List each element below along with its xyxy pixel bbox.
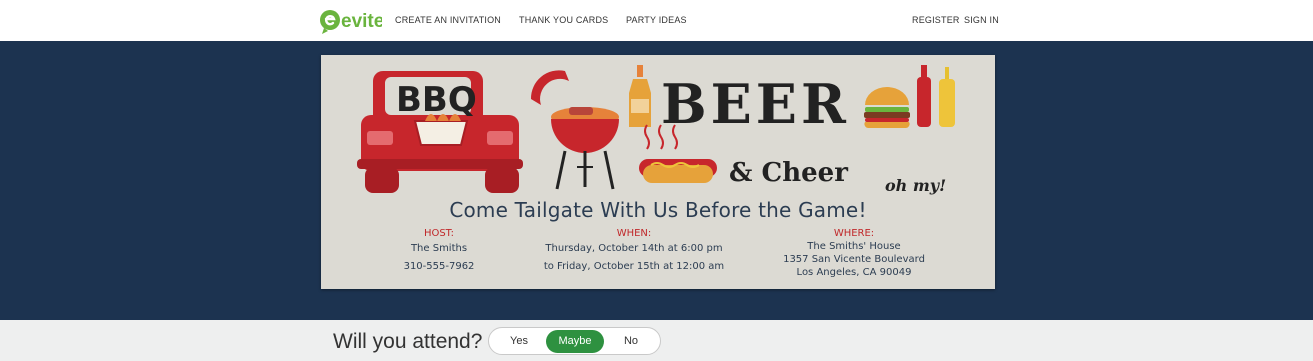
where-street: 1357 San Vicente Boulevard	[783, 254, 925, 265]
host-name: The Smiths	[410, 243, 468, 254]
invitation-artwork: BBQ BEER & Cheer oh my!	[357, 65, 955, 195]
nav-party-ideas[interactable]: PARTY IDEAS	[626, 15, 687, 25]
cheer-art-text: & Cheer	[729, 158, 848, 188]
when-details: WHEN: Thursday, October 14th at 6:00 pm …	[541, 228, 727, 276]
rsvp-no-button[interactable]: No	[605, 330, 657, 353]
top-navigation-bar: evite CREATE AN INVITATION THANK YOU CAR…	[0, 0, 1313, 41]
host-heading: HOST:	[423, 228, 455, 239]
burger-illustration	[864, 87, 910, 129]
where-heading: WHERE:	[833, 228, 875, 239]
invitation-card: BBQ BEER & Cheer oh my! Come Tailgate Wi…	[321, 55, 995, 289]
where-city: Los Angeles, CA 90049	[796, 267, 912, 278]
where-details: WHERE: The Smiths' House 1357 San Vicent…	[779, 228, 929, 279]
condiments-illustration	[917, 65, 955, 127]
host-details: HOST: The Smiths 310-555-7962	[393, 228, 485, 276]
rsvp-bar: Will you attend? Yes Maybe No	[0, 320, 1313, 361]
rsvp-toggle: Yes Maybe No	[488, 327, 661, 355]
bbq-art-text: BBQ	[396, 80, 477, 120]
when-heading: WHEN:	[616, 228, 652, 239]
where-place: The Smiths' House	[807, 241, 901, 252]
oh-my-art-text: oh my!	[885, 176, 946, 195]
grill-illustration	[530, 70, 619, 190]
host-phone: 310-555-7962	[403, 261, 475, 272]
invitation-banner: BBQ BEER & Cheer oh my! Come Tailgate Wi…	[0, 41, 1313, 320]
rsvp-maybe-button[interactable]: Maybe	[546, 330, 604, 353]
beer-art-text: BEER	[661, 72, 850, 136]
when-start: Thursday, October 14th at 6:00 pm	[545, 243, 723, 254]
beer-bottle-illustration	[629, 65, 651, 127]
rsvp-yes-button[interactable]: Yes	[493, 330, 545, 353]
evite-logo[interactable]: evite	[320, 5, 382, 35]
register-link[interactable]: REGISTER	[912, 15, 960, 25]
nav-create-invitation[interactable]: CREATE AN INVITATION	[395, 15, 501, 25]
nav-thank-you-cards[interactable]: THANK YOU CARDS	[519, 15, 608, 25]
sign-in-link[interactable]: SIGN IN	[964, 15, 999, 25]
when-end: to Friday, October 15th at 12:00 am	[543, 261, 725, 272]
invitation-tagline: Come Tailgate With Us Before the Game!	[449, 198, 867, 222]
rsvp-question: Will you attend?	[333, 330, 483, 353]
logo-wordmark: evite	[341, 11, 382, 32]
